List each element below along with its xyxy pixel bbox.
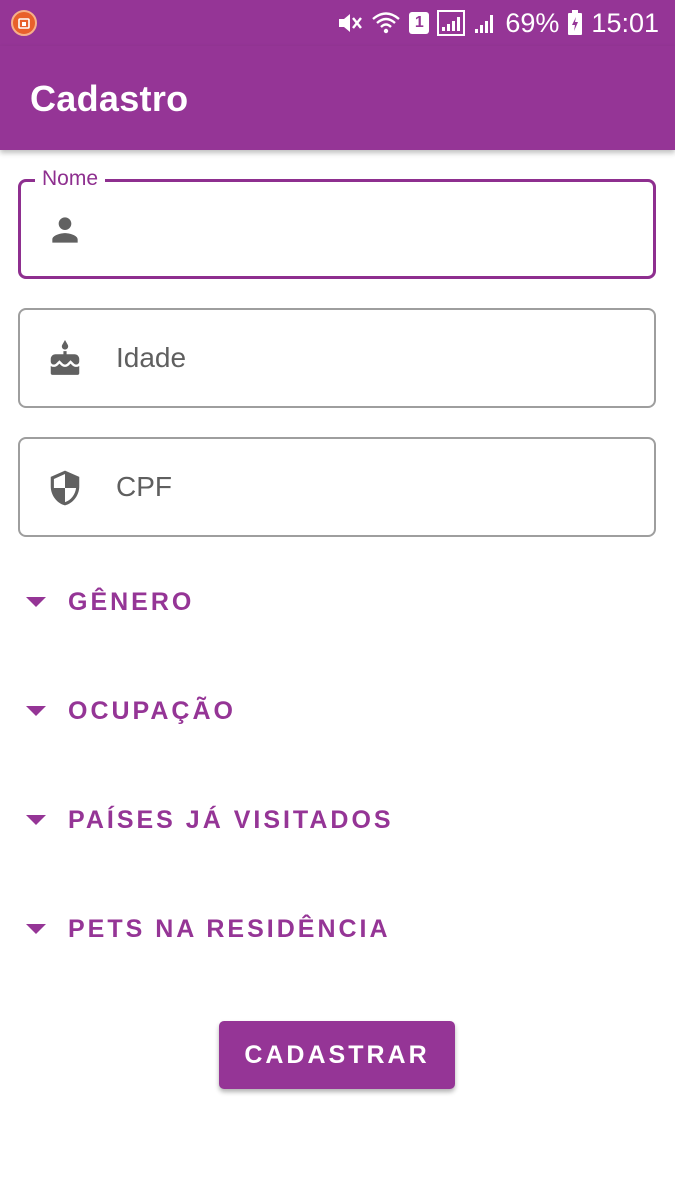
dropdown-label: GÊNERO (68, 587, 195, 616)
battery-icon (567, 10, 583, 36)
nome-label: Nome (35, 167, 106, 191)
caret-down-icon (26, 706, 46, 716)
dropdown-label: PAÍSES JÁ VISITADOS (68, 805, 394, 834)
dropdown-pets-residencia[interactable]: PETS NA RESIDÊNCIA (26, 904, 626, 954)
dropdown-label: OCUPAÇÃO (68, 696, 236, 725)
nome-field[interactable]: Nome (18, 167, 656, 279)
caret-down-icon (26, 924, 46, 934)
dropdown-genero[interactable]: GÊNERO (26, 577, 626, 627)
signal-icon (437, 10, 466, 36)
clock: 15:01 (591, 7, 659, 38)
wifi-icon (371, 11, 401, 35)
cpf-placeholder: CPF (116, 471, 172, 502)
idade-placeholder: Idade (116, 342, 187, 373)
caret-down-icon (26, 815, 46, 825)
mute-icon (337, 11, 363, 35)
idade-field[interactable]: Idade (18, 308, 656, 408)
dropdown-label: PETS NA RESIDÊNCIA (68, 914, 391, 943)
shield-icon (46, 469, 84, 507)
sim-icon: 1 (409, 12, 430, 34)
nome-input[interactable] (117, 206, 637, 252)
dropdown-ocupacao[interactable]: OCUPAÇÃO (26, 686, 626, 736)
caret-down-icon (26, 597, 46, 607)
cake-icon (46, 340, 84, 378)
app-bar: Cadastro (0, 46, 675, 150)
battery-percent: 69% (505, 7, 560, 38)
dropdown-paises-visitados[interactable]: PAÍSES JÁ VISITADOS (26, 795, 626, 845)
cpf-field[interactable]: CPF (18, 437, 656, 537)
status-bar: 1 69% 15:01 (0, 0, 675, 46)
page-title: Cadastro (30, 78, 189, 119)
app-notification-icon (11, 10, 37, 36)
status-icons: 1 69% 15:01 (337, 0, 659, 46)
cadastrar-button[interactable]: CADASTRAR (219, 1021, 455, 1089)
signal-icon (473, 11, 497, 35)
person-icon (46, 211, 84, 249)
